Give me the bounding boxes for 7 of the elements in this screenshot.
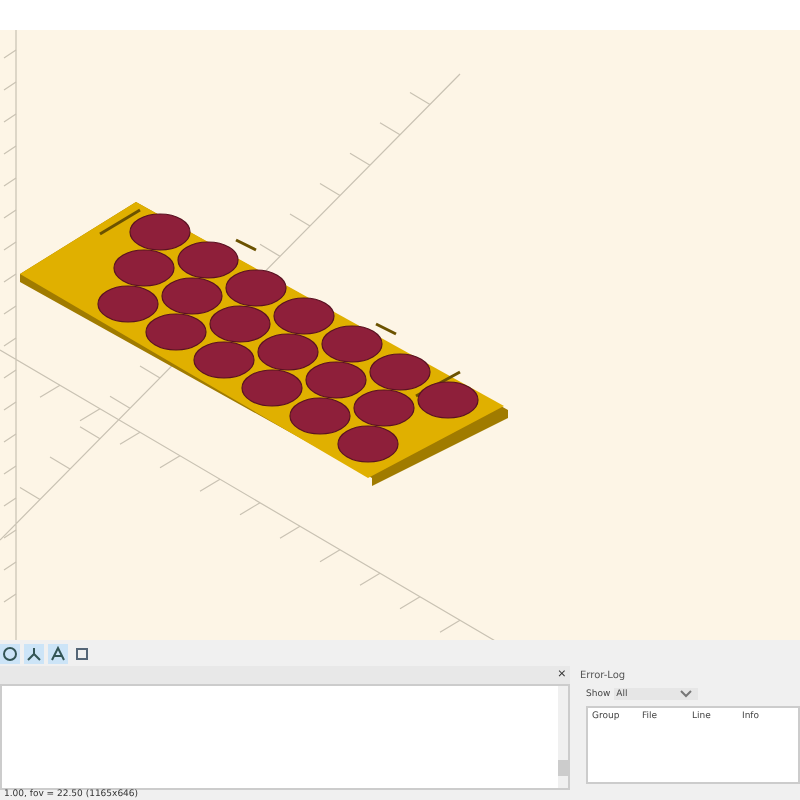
scale-icon[interactable] — [48, 643, 68, 663]
axes-icon[interactable] — [24, 643, 44, 663]
square-icon[interactable] — [72, 643, 92, 663]
caret-icon — [680, 690, 693, 698]
scrollbar[interactable] — [558, 686, 568, 788]
3d-viewport[interactable] — [0, 30, 800, 640]
view-icon[interactable] — [0, 643, 20, 663]
